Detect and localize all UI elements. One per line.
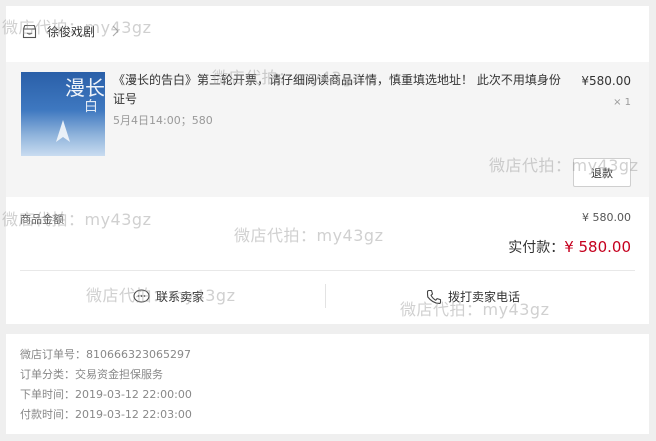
product-sku: 5月4日14:00；580 — [113, 114, 213, 127]
thumbnail-subtitle: 白 — [84, 99, 98, 115]
product-price: ¥580.00 — [581, 74, 631, 88]
refund-button[interactable]: 退款 — [573, 158, 631, 187]
order-card: 徐俊戏剧 漫长 白 《漫长的告白》第三轮开票，请仔细阅读商品详情，慎重填选地址！… — [6, 6, 649, 324]
product-thumbnail[interactable]: 漫长 白 — [21, 72, 105, 156]
chat-icon — [133, 289, 150, 303]
order-number: 微店订单号：810666323065297 — [20, 348, 191, 361]
paid-value: ¥ 580.00 — [564, 238, 631, 256]
paid-amount-row: 实付款：¥ 580.00 — [508, 237, 631, 257]
product-title[interactable]: 《漫长的告白》第三轮开票，请仔细阅读商品详情，慎重填选地址！ 此次不用填身份证号 — [113, 71, 561, 109]
goods-total-label: 商品金额 — [20, 213, 64, 226]
product-quantity: × 1 — [613, 97, 631, 108]
divider — [20, 270, 635, 271]
chevron-right-icon — [112, 25, 119, 37]
contact-seller-button[interactable]: 联系卖家 — [133, 288, 204, 305]
action-divider — [325, 284, 326, 308]
order-item[interactable]: 漫长 白 《漫长的告白》第三轮开票，请仔细阅读商品详情，慎重填选地址！ 此次不用… — [6, 62, 649, 197]
order-info-card: 微店订单号：810666323065297 订单分类：交易资金担保服务 下单时间… — [6, 334, 649, 434]
contact-seller-label: 联系卖家 — [156, 290, 205, 304]
shop-name[interactable]: 徐俊戏剧 — [47, 23, 95, 40]
phone-icon — [426, 289, 442, 304]
goods-total-value: ¥ 580.00 — [582, 211, 631, 224]
shop-header[interactable]: 徐俊戏剧 — [6, 6, 649, 58]
order-category: 订单分类：交易资金担保服务 — [20, 368, 163, 381]
shop-icon — [22, 24, 37, 39]
paid-label: 实付款： — [508, 240, 565, 256]
call-seller-button[interactable]: 拨打卖家电话 — [426, 288, 520, 305]
order-time: 下单时间：2019-03-12 22:00:00 — [20, 388, 192, 401]
payment-time: 付款时间：2019-03-12 22:03:00 — [20, 408, 192, 421]
call-seller-label: 拨打卖家电话 — [448, 290, 521, 304]
paper-plane-icon — [56, 120, 70, 142]
thumbnail-title: 漫长 — [65, 76, 105, 100]
